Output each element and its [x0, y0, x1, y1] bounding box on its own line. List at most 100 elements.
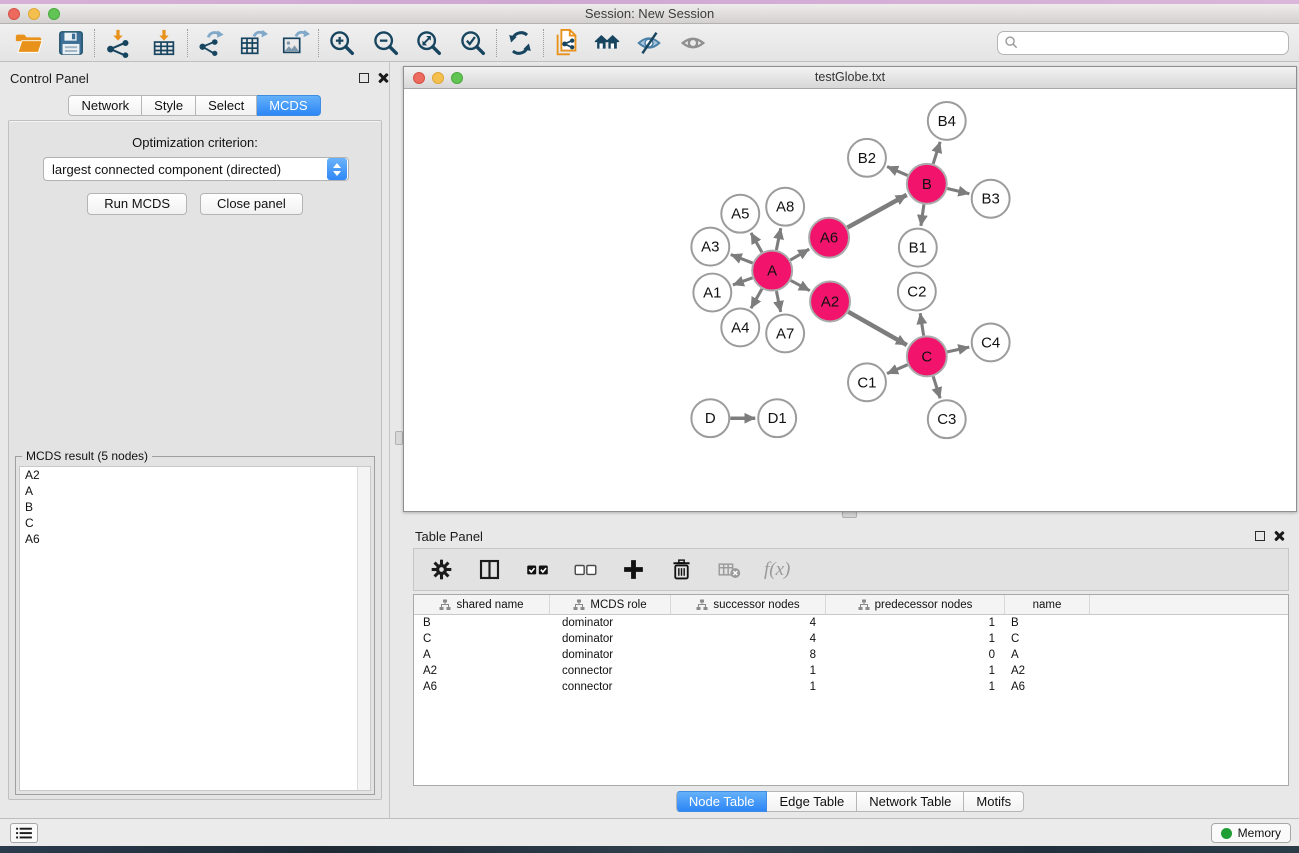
- tab-network[interactable]: Network: [68, 95, 142, 116]
- zoom-fit-icon[interactable]: [412, 27, 446, 59]
- table-cell[interactable]: A2: [1005, 663, 1090, 679]
- left-mini-scrollbar[interactable]: [395, 431, 403, 445]
- show-all-icon[interactable]: [676, 27, 710, 59]
- graph-node-A3[interactable]: A3: [691, 228, 729, 266]
- table-cell[interactable]: 8: [671, 647, 826, 663]
- table-cell[interactable]: 1: [826, 631, 1005, 647]
- table-row[interactable]: A6connector11A6: [414, 679, 1288, 695]
- graph-node-D1[interactable]: D1: [758, 399, 796, 437]
- table-cell[interactable]: A2: [414, 663, 550, 679]
- table-row[interactable]: Adominator80A: [414, 647, 1288, 663]
- result-scrollbar[interactable]: [357, 467, 370, 790]
- graph-node-A7[interactable]: A7: [766, 314, 804, 352]
- table-cell[interactable]: C: [1005, 631, 1090, 647]
- tab-style[interactable]: Style: [142, 95, 196, 116]
- table-cell[interactable]: A6: [1005, 679, 1090, 695]
- graph-edge-C-C4[interactable]: [947, 347, 969, 352]
- apply-layout-icon[interactable]: [503, 27, 537, 59]
- export-table-icon[interactable]: [236, 27, 270, 59]
- zoom-out-icon[interactable]: [369, 27, 403, 59]
- graph-node-B[interactable]: B: [907, 164, 947, 204]
- column-header-MCDS-role[interactable]: MCDS role: [550, 595, 671, 614]
- first-neighbors-icon[interactable]: [590, 27, 624, 59]
- graph-node-C1[interactable]: C1: [848, 363, 886, 401]
- table-cell[interactable]: dominator: [550, 647, 671, 663]
- tab-node-table[interactable]: Node Table: [676, 791, 768, 812]
- graph-edge-A-A7[interactable]: [776, 291, 780, 312]
- graph-node-C[interactable]: C: [907, 336, 947, 376]
- graph-node-A8[interactable]: A8: [766, 188, 804, 226]
- table-cell[interactable]: 4: [671, 615, 826, 631]
- open-file-icon[interactable]: [12, 27, 46, 59]
- deselect-all-columns-icon[interactable]: [572, 556, 599, 583]
- task-history-button[interactable]: [10, 823, 38, 843]
- network-canvas[interactable]: AA1A2A3A4A5A6A7A8BB1B2B3B4CC1C2C3C4DD1: [404, 89, 1296, 511]
- save-session-icon[interactable]: [54, 27, 88, 59]
- criterion-select[interactable]: largest connected component (directed): [43, 157, 349, 181]
- graph-edge-A-A6[interactable]: [790, 249, 809, 260]
- table-cell[interactable]: dominator: [550, 615, 671, 631]
- table-cell[interactable]: connector: [550, 663, 671, 679]
- float-panel-icon[interactable]: [359, 73, 369, 83]
- close-panel-button[interactable]: Close panel: [200, 193, 303, 215]
- delete-column-icon[interactable]: [668, 556, 695, 583]
- graph-edge-C-C3[interactable]: [933, 376, 940, 398]
- table-row[interactable]: Bdominator41B: [414, 615, 1288, 631]
- column-header-shared-name[interactable]: shared name: [414, 595, 550, 614]
- import-table-icon[interactable]: [147, 27, 181, 59]
- graph-node-A[interactable]: A: [752, 251, 792, 291]
- export-image-icon[interactable]: [278, 27, 312, 59]
- graph-node-D[interactable]: D: [691, 399, 729, 437]
- tab-network-table[interactable]: Network Table: [857, 791, 964, 812]
- close-panel-icon[interactable]: [1273, 530, 1285, 542]
- graph-node-A2[interactable]: A2: [810, 282, 850, 322]
- tab-edge-table[interactable]: Edge Table: [767, 791, 857, 812]
- table-cell[interactable]: A: [1005, 647, 1090, 663]
- table-cell[interactable]: dominator: [550, 631, 671, 647]
- graph-node-C4[interactable]: C4: [972, 323, 1010, 361]
- graph-node-A6[interactable]: A6: [809, 218, 849, 258]
- table-cell[interactable]: B: [1005, 615, 1090, 631]
- export-network-icon[interactable]: [194, 27, 228, 59]
- graph-node-A5[interactable]: A5: [721, 195, 759, 233]
- table-cell[interactable]: 1: [826, 615, 1005, 631]
- table-cell[interactable]: 1: [826, 663, 1005, 679]
- graph-edge-A-A4[interactable]: [751, 289, 762, 308]
- mcds-result-item[interactable]: A6: [20, 531, 370, 547]
- graph-edge-C-C1[interactable]: [887, 365, 907, 374]
- float-panel-icon[interactable]: [1255, 531, 1265, 541]
- column-header-successor-nodes[interactable]: successor nodes: [671, 595, 826, 614]
- table-cell[interactable]: B: [414, 615, 550, 631]
- graph-node-B1[interactable]: B1: [899, 229, 937, 267]
- table-cell[interactable]: connector: [550, 679, 671, 695]
- mcds-result-item[interactable]: A: [20, 483, 370, 499]
- select-all-columns-icon[interactable]: [524, 556, 551, 583]
- tab-select[interactable]: Select: [196, 95, 257, 116]
- column-header-name[interactable]: name: [1005, 595, 1090, 614]
- mcds-result-item[interactable]: A2: [20, 467, 370, 483]
- table-cell[interactable]: 1: [671, 663, 826, 679]
- graph-node-B3[interactable]: B3: [972, 180, 1010, 218]
- graph-edge-A-A3[interactable]: [731, 255, 753, 263]
- run-mcds-button[interactable]: Run MCDS: [87, 193, 187, 215]
- column-layout-icon[interactable]: [476, 556, 503, 583]
- table-cell[interactable]: 0: [826, 647, 1005, 663]
- graph-edge-A-A5[interactable]: [751, 233, 762, 252]
- column-header-predecessor-nodes[interactable]: predecessor nodes: [826, 595, 1005, 614]
- table-cell[interactable]: 1: [671, 679, 826, 695]
- table-cell[interactable]: 4: [671, 631, 826, 647]
- import-network-icon[interactable]: [101, 27, 135, 59]
- hide-selected-icon[interactable]: [632, 27, 666, 59]
- graph-edge-A6-B[interactable]: [847, 195, 906, 228]
- graph-node-C2[interactable]: C2: [898, 273, 936, 311]
- zoom-selected-icon[interactable]: [456, 27, 490, 59]
- graph-node-A4[interactable]: A4: [721, 308, 759, 346]
- table-cell[interactable]: A: [414, 647, 550, 663]
- table-row[interactable]: Cdominator41C: [414, 631, 1288, 647]
- table-cell[interactable]: 1: [826, 679, 1005, 695]
- mcds-result-item[interactable]: B: [20, 499, 370, 515]
- tab-motifs[interactable]: Motifs: [964, 791, 1024, 812]
- bottom-divider-handle[interactable]: [842, 511, 857, 518]
- table-row[interactable]: A2connector11A2: [414, 663, 1288, 679]
- graph-node-B2[interactable]: B2: [848, 139, 886, 177]
